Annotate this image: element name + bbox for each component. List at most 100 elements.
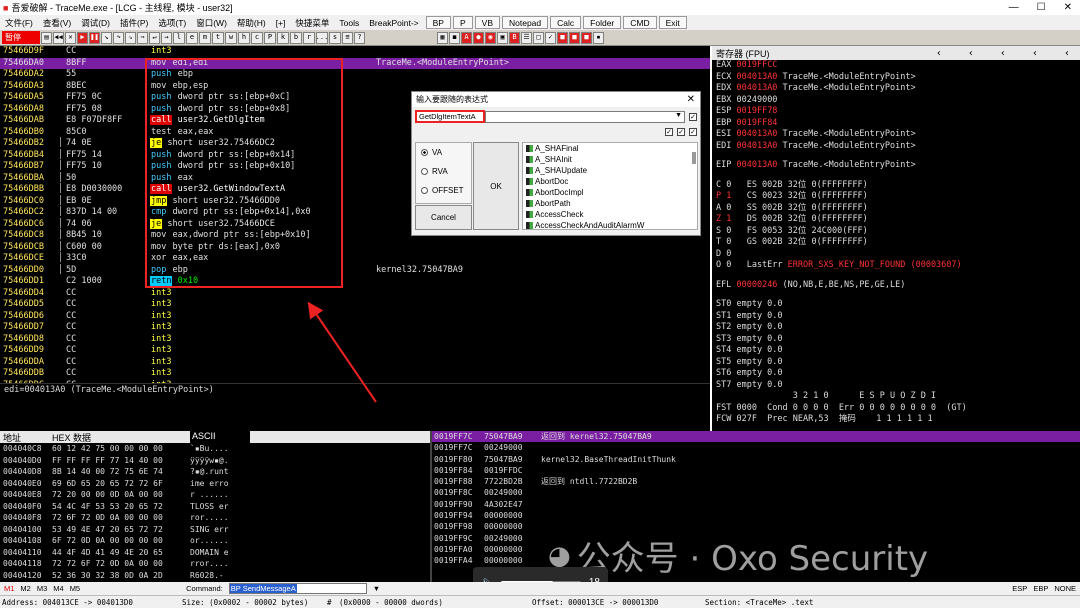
dump-row[interactable]: 00404108 6F 72 0D 0A 00 00 00 00 or...... xyxy=(0,535,430,547)
trace-into-icon[interactable]: ⇘ xyxy=(125,31,136,44)
stack-row[interactable]: 0019FF84 0019FFDC xyxy=(432,465,1080,476)
dump-row[interactable]: 004040E8 72 20 00 00 0D 0A 00 00 r ...... xyxy=(0,489,430,501)
api-list-item[interactable]: AccessCheck xyxy=(523,209,697,220)
plugin-dot-icon[interactable]: ◉ xyxy=(485,31,496,44)
reg-ebp-label[interactable]: EBP xyxy=(1033,584,1048,593)
radio-va-dot[interactable] xyxy=(421,149,428,156)
register-line[interactable]: EBX 00249000 xyxy=(712,95,1080,107)
menu-breakpoint[interactable]: BreakPoint-> xyxy=(364,18,423,28)
stop-icon[interactable]: ◼ xyxy=(449,31,460,44)
radio-offset-dot[interactable] xyxy=(421,187,428,194)
plugin-b-icon[interactable]: B xyxy=(509,31,520,44)
dump-row[interactable]: 004040F8 72 6F 72 0D 0A 00 00 00 ror..... xyxy=(0,512,430,524)
disasm-row[interactable]: 75466DD9 CC int3 xyxy=(0,345,710,357)
maximize-button[interactable]: ☐ xyxy=(1037,2,1046,13)
toolbar-letter-r[interactable]: r xyxy=(303,31,315,44)
register-line[interactable]: O 0 LastErr ERROR_SXS_KEY_NOT_FOUND (000… xyxy=(712,260,1080,272)
step-over-icon[interactable]: ↷ xyxy=(113,31,124,44)
dump-row[interactable]: 004040D0 FF FF FF FF 77 14 40 00 ÿÿÿÿw▪@. xyxy=(0,455,430,467)
stack-row[interactable]: 0019FF7C 75047BA9 返回到 kernel32.75047BA9 xyxy=(432,431,1080,443)
command-input[interactable]: BP SendMessageA xyxy=(228,583,367,594)
stack-row[interactable]: 0019FF7C 00249000 xyxy=(432,442,1080,453)
register-line[interactable]: EAX 0019FFCC xyxy=(712,60,1080,72)
notepad-button[interactable]: Notepad xyxy=(502,16,549,29)
stack-row[interactable]: 0019FF94 00000000 xyxy=(432,510,1080,521)
rewind-icon[interactable]: ◀◀ xyxy=(53,31,64,44)
calc-button[interactable]: Calc xyxy=(550,16,582,29)
checkbox-3[interactable]: ✓ xyxy=(689,128,697,136)
disasm-row[interactable]: 75466DD4 CC int3 xyxy=(0,288,710,300)
disasm-row[interactable]: 75466DCE │ 33C0 xor eax,eax xyxy=(0,253,710,265)
register-line[interactable]: FCW 027F Prec NEAR,53 掩码 1 1 1 1 1 1 xyxy=(712,414,1080,426)
pause-icon[interactable]: ❚❚ xyxy=(89,31,100,44)
radio-offset[interactable]: OFFSET xyxy=(416,181,471,200)
dump-row[interactable]: 00404118 72 72 6F 72 0D 0A 00 00 rror.... xyxy=(0,558,430,570)
dump-row[interactable]: 004040F0 54 4C 4F 53 53 20 65 72 TLOSS er xyxy=(0,501,430,513)
disasm-row[interactable]: 75466DA2 55 push ebp xyxy=(0,69,710,81)
cmd-button[interactable]: CMD xyxy=(623,16,657,29)
tab-m2[interactable]: M2 xyxy=(20,584,30,593)
disasm-row[interactable]: 75466DA0 8BFF mov edi,edi TraceMe.<ModuleEn… xyxy=(0,57,710,69)
memory-dump-pane[interactable]: 地址 HEX 数据 ASCII 004040C8 60 12 42 75 00 0… xyxy=(0,431,430,582)
register-line[interactable]: ECX 004013A0 TraceMe.<ModuleEntryPoint> xyxy=(712,72,1080,84)
disasm-row[interactable]: 75466DD1 C2 1000 retn 0x10 xyxy=(0,276,710,288)
menu-tools[interactable]: Tools xyxy=(334,18,364,28)
combo-checkbox-1[interactable]: ✓ xyxy=(689,113,697,121)
close-file-icon[interactable]: ✕ xyxy=(65,31,76,44)
stack-row[interactable]: 0019FF80 75047BA9 kernel32.BaseThreadInitT… xyxy=(432,454,1080,465)
register-line[interactable]: EIP 004013A0 TraceMe.<ModuleEntryPoint> xyxy=(712,160,1080,172)
register-line[interactable]: Z 1 DS 002B 32位 0(FFFFFFFF) xyxy=(712,214,1080,226)
disasm-row[interactable]: 75466D9F CC int3 xyxy=(0,46,710,58)
tab-m4[interactable]: M4 xyxy=(53,584,63,593)
p-button[interactable]: P xyxy=(452,16,473,29)
dump-col-ascii[interactable]: ASCII xyxy=(190,431,250,443)
toolbar-letter-b[interactable]: b xyxy=(290,31,302,44)
register-line[interactable]: ST5 empty 0.0 xyxy=(712,357,1080,369)
api-list[interactable]: A_SHAFinal A_SHAInit A_SHAUpdate AbortDoc Ab… xyxy=(522,142,698,230)
menu-debug[interactable]: 调试(D) xyxy=(76,17,115,29)
register-line[interactable]: ESP 0019FF78 xyxy=(712,106,1080,118)
reg-prev5-icon[interactable]: ‹ xyxy=(1064,48,1070,59)
menu-options[interactable]: 选项(T) xyxy=(153,17,191,29)
register-line[interactable]: EDX 004013A0 TraceMe.<ModuleEntryPoint> xyxy=(712,83,1080,95)
goto-icon[interactable]: → xyxy=(161,31,172,44)
register-line[interactable]: D 0 xyxy=(712,249,1080,261)
plugin-red2-icon[interactable]: ■ xyxy=(569,31,580,44)
plugin-box-icon[interactable]: □ xyxy=(533,31,544,44)
disasm-row[interactable]: 75466DD8 CC int3 xyxy=(0,334,710,346)
api-list-item[interactable]: A_SHAUpdate xyxy=(523,165,697,176)
register-line[interactable]: A 0 SS 002B 32位 0(FFFFFFFF) xyxy=(712,203,1080,215)
checkbox-1[interactable]: ✓ xyxy=(665,128,673,136)
dump-row[interactable]: 00404100 53 49 4E 47 20 65 72 72 SING err xyxy=(0,524,430,536)
dump-row[interactable]: 00404120 52 36 30 32 38 0D 0A 2D R6028.- xyxy=(0,570,430,582)
plugin-a-icon[interactable]: A xyxy=(461,31,472,44)
register-line[interactable]: ST3 empty 0.0 xyxy=(712,334,1080,346)
vb-button[interactable]: VB xyxy=(474,16,500,29)
register-line[interactable]: EFL 00000246 (NO,NB,E,BE,NS,PE,GE,LE) xyxy=(712,280,1080,292)
toolbar-letter-m[interactable]: m xyxy=(199,31,211,44)
plugin-check-icon[interactable]: ✓ xyxy=(545,31,556,44)
expression-combo[interactable]: ▼ xyxy=(485,111,685,123)
api-list-item[interactable]: AbortDoc xyxy=(523,176,697,187)
tab-m1[interactable]: M1 xyxy=(4,584,14,593)
toolbar-letter-w[interactable]: w xyxy=(225,31,237,44)
api-list-scrollbar[interactable] xyxy=(692,152,696,164)
radio-rva-dot[interactable] xyxy=(421,168,428,175)
toolbar-letter-e[interactable]: e xyxy=(186,31,198,44)
menu-plus[interactable]: [+] xyxy=(271,18,291,28)
dialog-close-icon[interactable]: ✕ xyxy=(687,94,700,105)
radio-rva[interactable]: RVA xyxy=(416,162,471,181)
dump-row[interactable]: 004040E0 69 6D 65 20 65 72 72 6F ime erro xyxy=(0,478,430,490)
toolbar-letter-t[interactable]: t xyxy=(212,31,224,44)
open-icon[interactable]: ▤ xyxy=(41,31,52,44)
plugin-list-icon[interactable]: ☰ xyxy=(521,31,532,44)
plugin-end-icon[interactable]: ▪ xyxy=(593,31,604,44)
disasm-row[interactable]: 75466DD5 CC int3 xyxy=(0,299,710,311)
register-line[interactable]: ST4 empty 0.0 xyxy=(712,345,1080,357)
registers-pane[interactable]: 寄存器 (FPU) ‹ ‹ ‹ ‹ ‹ EAX 0019FFCC ECX 0040… xyxy=(712,46,1080,431)
checkbox-2[interactable]: ✓ xyxy=(677,128,685,136)
register-line[interactable]: T 0 GS 002B 32位 0(FFFFFFFF) xyxy=(712,237,1080,249)
plugin-window-icon[interactable]: ▣ xyxy=(497,31,508,44)
toolbar-letter-k[interactable]: k xyxy=(277,31,289,44)
api-list-item[interactable]: AbortDocImpl xyxy=(523,187,697,198)
